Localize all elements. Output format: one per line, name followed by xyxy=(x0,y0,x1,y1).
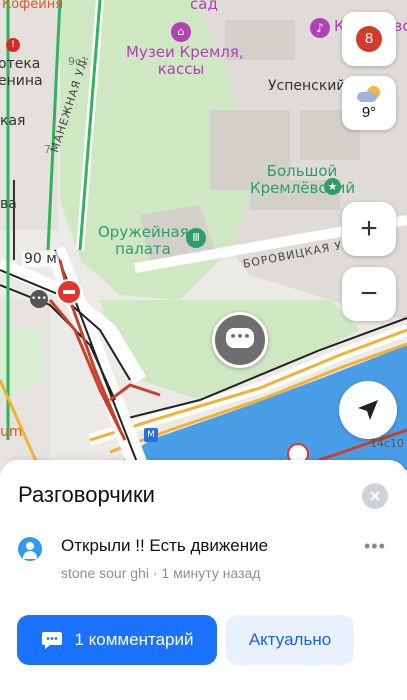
alert-dot-icon: ! xyxy=(6,38,20,52)
armory-label[interactable]: Оружейная палата xyxy=(98,224,189,258)
building-14c10-label: 14с10 xyxy=(370,437,405,450)
library-label: отека енина xyxy=(0,56,43,89)
museum-label[interactable]: Музеи Кремля, кассы xyxy=(126,44,244,78)
sad-label: сад xyxy=(190,0,218,13)
road-closed-icon[interactable] xyxy=(56,279,82,305)
author-name[interactable]: stone sour ghi xyxy=(61,565,149,581)
notifications-button[interactable]: 8 xyxy=(342,12,396,66)
comment-bubble-icon xyxy=(41,632,62,649)
um-label: um xyxy=(0,424,23,440)
metro-badge: М xyxy=(144,428,158,442)
cafe-label: Кофейня xyxy=(2,0,64,12)
museum-columns-icon[interactable]: Ⅲ xyxy=(186,228,206,248)
relevant-button[interactable]: Актуально xyxy=(226,615,354,665)
relevant-button-label: Актуально xyxy=(248,630,332,649)
weather-temperature: 9° xyxy=(361,103,377,121)
my-location-button[interactable] xyxy=(339,381,397,439)
comments-button-label: 1 комментарий xyxy=(74,630,194,649)
star-icon[interactable]: ★ xyxy=(324,178,341,195)
weather-widget[interactable]: 9° xyxy=(342,76,396,130)
uspensky-label: Успенский xyxy=(268,78,346,94)
conversation-sheet: Разговорчики Открыли !! Есть движение ••… xyxy=(0,460,407,700)
zoom-out-button[interactable]: − xyxy=(342,267,396,321)
museum-icon[interactable]: ⌂ xyxy=(171,22,191,42)
small-chat-icon[interactable]: ••• xyxy=(30,290,48,308)
distance-label: 90 м xyxy=(22,251,59,267)
user-avatar-icon[interactable] xyxy=(18,537,42,561)
music-note-icon[interactable]: ♪ xyxy=(310,18,330,38)
partly-cloudy-icon xyxy=(355,85,383,104)
kaya-label: кая xyxy=(0,113,26,129)
message-time: 1 минуту назад xyxy=(161,565,261,581)
notification-badge: 8 xyxy=(356,26,382,52)
map-view[interactable]: Кофейня сад ⌂ Музеи Кремля, кассы ♪ Крем… xyxy=(0,0,407,470)
minus-icon: − xyxy=(360,277,378,310)
zoom-in-button[interactable]: + xyxy=(342,202,396,256)
message-meta: stone sour ghi · 1 минуту назад xyxy=(61,565,260,581)
meta-separator: · xyxy=(148,565,162,581)
sheet-title: Разговорчики xyxy=(18,482,155,507)
navigation-arrow-icon xyxy=(358,400,378,420)
comments-button[interactable]: 1 комментарий xyxy=(17,615,217,665)
chat-marker-icon[interactable]: ••• xyxy=(212,312,268,368)
va-label: ва xyxy=(0,196,17,212)
close-icon xyxy=(370,491,380,501)
more-options-icon[interactable]: ••• xyxy=(364,536,386,557)
plus-icon: + xyxy=(360,212,378,245)
message-text: Открыли !! Есть движение xyxy=(61,536,269,555)
close-button[interactable] xyxy=(362,483,388,509)
